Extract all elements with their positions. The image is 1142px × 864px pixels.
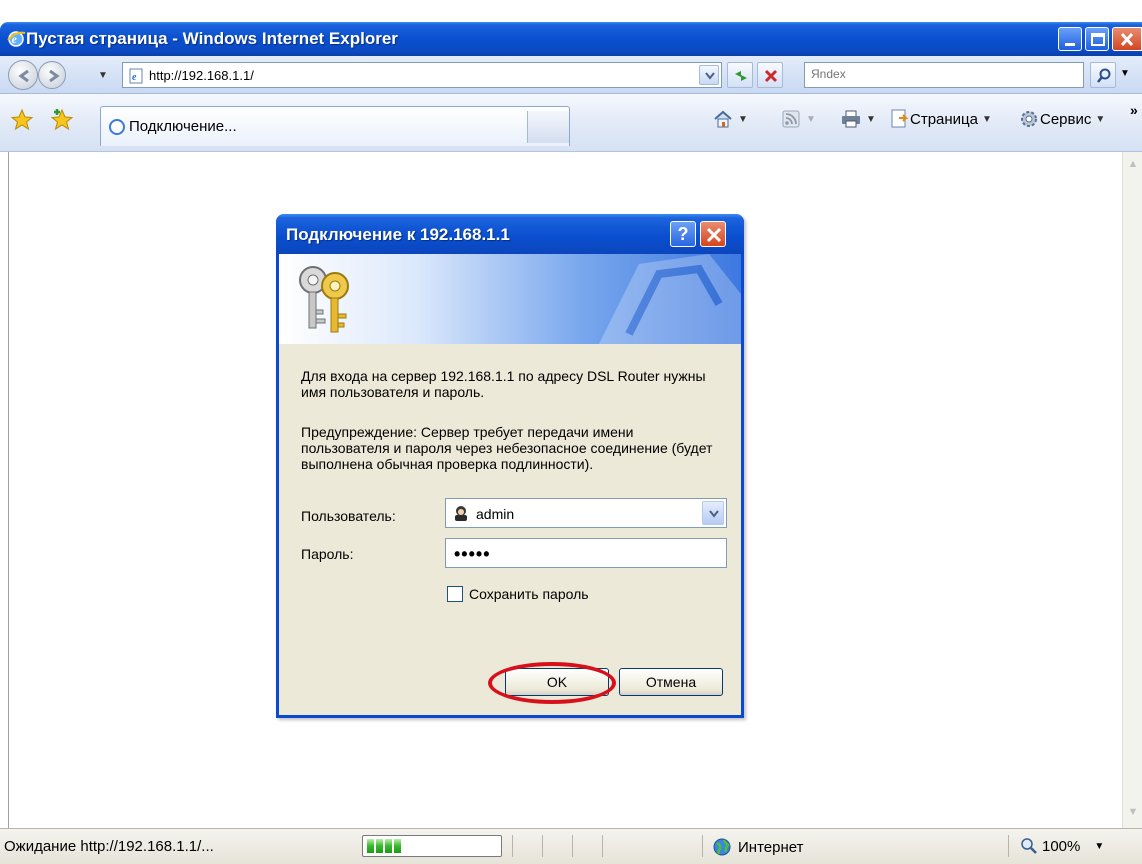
search-options-dropdown[interactable]: ▼ (1120, 68, 1130, 79)
zoom-level: 100% (1042, 837, 1081, 855)
print-button[interactable]: ▼ (840, 106, 876, 132)
home-button[interactable]: ▼ (712, 106, 748, 132)
help-button[interactable]: ? (670, 221, 696, 247)
stop-button[interactable] (757, 62, 783, 88)
address-dropdown-button[interactable] (699, 65, 719, 85)
refresh-icon (735, 71, 747, 81)
progress-segment (367, 839, 374, 853)
close-icon (706, 227, 722, 243)
search-input[interactable] (811, 67, 1071, 81)
address-url: http://192.168.1.1/ (149, 68, 254, 83)
dialog-titlebar: Подключение к 192.168.1.1 ? (276, 214, 744, 254)
minimize-icon (1065, 43, 1075, 46)
search-icon (1097, 68, 1111, 83)
security-zone-label: Интернет (738, 838, 804, 856)
user-icon (455, 506, 467, 521)
zoom-dropdown-icon[interactable]: ▼ (1094, 841, 1104, 852)
password-value: ••••• (454, 544, 491, 564)
svg-text:e: e (132, 72, 137, 83)
search-field[interactable] (804, 62, 1084, 88)
tab-current[interactable]: Подключение... (100, 106, 570, 146)
tools-menu-label: Сервис (1040, 110, 1092, 128)
vertical-scrollbar[interactable]: ▲ ▼ (1122, 152, 1142, 828)
chevron-down-icon (709, 510, 719, 518)
remember-password-checkbox[interactable] (447, 586, 463, 602)
close-icon (1120, 32, 1134, 47)
globe-icon (713, 838, 731, 856)
username-combobox[interactable]: admin (445, 498, 727, 528)
loading-spinner-icon (109, 119, 125, 135)
close-window-button[interactable] (1112, 27, 1142, 51)
printer-icon (842, 110, 860, 128)
banner-watermark-icon (599, 254, 741, 344)
address-toolbar: ▼ e http://192.168.1.1/ ▼ (0, 56, 1142, 94)
forward-arrow-icon (49, 69, 60, 83)
progress-segment (385, 839, 392, 853)
password-label: Пароль: (301, 546, 354, 562)
loading-progress-bar (362, 835, 502, 857)
page-menu-button[interactable]: Страница ▼ (888, 106, 992, 132)
remember-password-label[interactable]: Сохранить пароль (469, 586, 589, 602)
ie-logo-icon: e (7, 31, 26, 47)
stop-icon (764, 69, 778, 83)
dialog-message: Для входа на сервер 192.168.1.1 по адрес… (301, 368, 706, 400)
maximize-button[interactable] (1085, 27, 1109, 51)
new-tab-button[interactable] (527, 111, 569, 143)
maximize-icon (1091, 33, 1105, 46)
page-menu-label: Страница (910, 110, 978, 128)
rss-feed-icon (782, 110, 800, 128)
cancel-button[interactable]: Отмена (619, 668, 723, 696)
password-field[interactable]: ••••• (445, 538, 727, 568)
back-button[interactable] (8, 60, 38, 90)
chevron-down-icon (705, 72, 715, 80)
dialog-title: Подключение к 192.168.1.1 (286, 225, 510, 244)
username-label: Пользователь: (301, 508, 396, 524)
zoom-control[interactable]: 100% ▼ (1020, 837, 1104, 855)
window-titlebar: e Пустая страница - Windows Internet Exp… (0, 22, 1142, 56)
dialog-warning: Предупреждение: Сервер требует передачи … (301, 424, 713, 472)
scroll-down-icon[interactable]: ▼ (1125, 806, 1141, 822)
status-text: Ожидание http://192.168.1.1/... (4, 838, 214, 855)
tools-menu-button[interactable]: Сервис ▼ (1018, 106, 1105, 132)
username-dropdown-button[interactable] (702, 501, 724, 525)
back-arrow-icon (18, 69, 29, 83)
minimize-button[interactable] (1058, 27, 1082, 51)
keys-icon (299, 266, 349, 333)
tab-title: Подключение... (129, 118, 237, 135)
dialog-close-button[interactable] (700, 221, 726, 247)
favorites-center-icon[interactable] (10, 108, 34, 132)
zoom-icon (1021, 838, 1037, 854)
login-dialog: Подключение к 192.168.1.1 ? Для входа на… (276, 214, 744, 718)
page-icon: e (129, 68, 143, 84)
scroll-up-icon[interactable]: ▲ (1125, 158, 1141, 174)
progress-segment (376, 839, 383, 853)
window-title: Пустая страница - Windows Internet Explo… (26, 29, 398, 48)
security-zone[interactable]: Интернет (712, 837, 803, 857)
refresh-button[interactable] (727, 62, 753, 88)
gear-icon (1021, 111, 1037, 127)
toolbar-overflow-chevron[interactable]: » (1130, 102, 1138, 118)
add-favorite-icon[interactable] (50, 108, 74, 132)
forward-button[interactable] (38, 61, 66, 89)
address-field[interactable]: e http://192.168.1.1/ (122, 62, 722, 88)
username-value: admin (476, 506, 515, 522)
feeds-button[interactable]: ▼ (780, 106, 816, 132)
progress-segment (394, 839, 401, 853)
home-icon (714, 110, 732, 128)
command-bar: Подключение... ▼ ▼ ▼ Страница ▼ Сервис ▼… (0, 94, 1142, 152)
search-button[interactable] (1090, 62, 1116, 88)
page-menu-icon (891, 109, 909, 128)
dialog-banner (279, 254, 741, 344)
recent-pages-dropdown[interactable]: ▼ (98, 70, 108, 81)
status-bar: Ожидание http://192.168.1.1/... Интернет… (0, 828, 1142, 864)
ok-highlight-ellipse (488, 662, 616, 704)
